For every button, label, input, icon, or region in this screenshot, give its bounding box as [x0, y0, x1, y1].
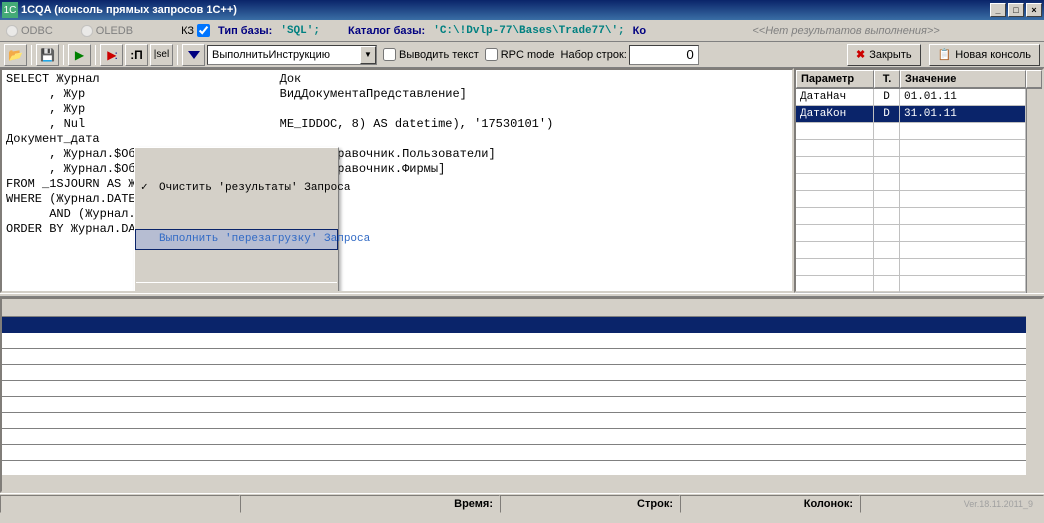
rows-label: Набор строк: — [561, 49, 627, 61]
scroll-corner — [1026, 475, 1042, 491]
param-row-empty[interactable] — [796, 225, 1026, 242]
k3-check[interactable]: КЗ — [181, 24, 210, 37]
menu-reload-query[interactable]: Выполнить 'перезагрузку' Запроса — [135, 229, 338, 250]
result-hscrollbar[interactable] — [2, 475, 1026, 491]
status-bar: Время: Строк: Колонок: Ver.18.11.2011_9 — [0, 493, 1044, 513]
app-icon: 1C — [2, 2, 18, 18]
result-row[interactable] — [2, 333, 1042, 349]
param-scroll-header — [1026, 70, 1042, 88]
db-path-value: 'C:\!Dvlp-77\Bases\Trade77\'; — [433, 25, 624, 37]
minimize-button[interactable]: _ — [990, 3, 1006, 17]
options-bar: ODBC OLEDB КЗ Тип базы: 'SQL'; Каталог б… — [0, 20, 1044, 42]
param-row-empty[interactable] — [796, 276, 1026, 293]
param-row[interactable]: ДатаНач D 01.01.11 — [796, 89, 1026, 106]
result-selected-row[interactable] — [2, 317, 1042, 333]
open-button[interactable]: 📂 — [4, 44, 27, 66]
params-panel: Параметр Т. Значение ДатаНач D 01.01.11 … — [794, 68, 1044, 293]
result-row[interactable] — [2, 429, 1042, 445]
result-row[interactable] — [2, 397, 1042, 413]
exec-combo[interactable]: ВыполнитьИнструкцию ▼ — [207, 45, 377, 65]
param-name-header[interactable]: Параметр — [796, 70, 874, 88]
param-row-empty[interactable] — [796, 140, 1026, 157]
debug-button[interactable]: ▶: — [100, 44, 123, 66]
result-row[interactable] — [2, 413, 1042, 429]
menu-clear-results[interactable]: ✓Очистить 'результаты' Запроса — [135, 178, 338, 199]
param-name-cell: ДатаКон — [796, 106, 874, 122]
param-value-cell: 01.01.11 — [900, 89, 1026, 105]
close-icon: ✖ — [856, 48, 865, 61]
result-grid[interactable] — [0, 297, 1044, 493]
copy-icon: 📋 — [938, 48, 952, 61]
result-row[interactable] — [2, 349, 1042, 365]
status-cols: Колонок: — [680, 495, 860, 513]
katalog-label: Каталог базы: — [348, 25, 425, 37]
sql-editor[interactable]: SELECT Журнал Док , Жур ВидДокументаПред… — [0, 68, 794, 293]
check-icon: ✓ — [141, 181, 148, 196]
param-value-header[interactable]: Значение — [900, 70, 1026, 88]
save-button[interactable]: 💾 — [36, 44, 59, 66]
param-name-cell: ДатаНач — [796, 89, 874, 105]
db-type-value: 'SQL'; — [280, 25, 320, 37]
result-vscrollbar[interactable] — [1026, 299, 1042, 475]
pause-button[interactable]: :П — [125, 44, 148, 66]
param-type-cell: D — [874, 106, 900, 122]
param-row-empty[interactable] — [796, 157, 1026, 174]
status-rows: Строк: — [500, 495, 680, 513]
rows-input[interactable] — [629, 45, 699, 65]
status-cell-1 — [0, 495, 240, 513]
editor-line: SELECT Журнал Док — [6, 72, 301, 86]
status-version: Ver.18.11.2011_9 — [860, 495, 1044, 513]
params-scrollbar[interactable] — [1026, 89, 1042, 293]
exec-combo-text: ВыполнитьИнструкцию — [208, 49, 360, 61]
no-results-text: <<Нет результатов выполнения>> — [654, 25, 1038, 37]
param-row-selected[interactable]: ДатаКон D 31.01.11 — [796, 106, 1026, 123]
param-row-empty[interactable] — [796, 174, 1026, 191]
dropdown-trigger-button[interactable] — [182, 44, 205, 66]
param-row-empty[interactable] — [796, 259, 1026, 276]
param-row-empty[interactable] — [796, 191, 1026, 208]
oledb-radio[interactable]: OLEDB — [81, 25, 133, 37]
param-row-empty[interactable] — [796, 242, 1026, 259]
param-row-empty[interactable] — [796, 208, 1026, 225]
sel-button[interactable]: |sel — [150, 44, 173, 66]
rpc-check[interactable]: RPC mode — [485, 48, 555, 61]
param-type-header[interactable]: Т. — [874, 70, 900, 88]
menu-separator — [136, 282, 337, 283]
param-value-cell: 31.01.11 — [900, 106, 1026, 122]
editor-line: , Nul ME_IDDOC, 8) AS datetime), '175301… — [6, 117, 553, 131]
close-button[interactable]: × — [1026, 3, 1042, 17]
editor-line: Документ_дата — [6, 132, 100, 146]
param-type-cell: D — [874, 89, 900, 105]
window-title: 1CQA (консоль прямых запросов 1С++) — [21, 4, 990, 16]
result-row[interactable] — [2, 381, 1042, 397]
chevron-down-icon[interactable]: ▼ — [360, 46, 376, 64]
close-button-toolbar[interactable]: ✖Закрыть — [847, 44, 921, 66]
params-header: Параметр Т. Значение — [796, 70, 1042, 89]
editor-line: , Жур — [6, 102, 280, 116]
context-menu: ✓Очистить 'результаты' Запроса Выполнить… — [134, 147, 339, 293]
result-row[interactable] — [2, 445, 1042, 461]
ko-label: Ко — [633, 25, 646, 37]
maximize-button[interactable]: □ — [1008, 3, 1024, 17]
titlebar: 1C 1CQA (консоль прямых запросов 1С++) _… — [0, 0, 1044, 20]
tip-bazy-label: Тип базы: — [218, 25, 272, 37]
output-text-check[interactable]: Выводить текст — [383, 48, 479, 61]
new-console-button[interactable]: 📋Новая консоль — [929, 44, 1040, 66]
status-time: Время: — [240, 495, 500, 513]
editor-line: , Жур ВидДокументаПредставление] — [6, 87, 467, 101]
result-header — [2, 299, 1042, 317]
result-row[interactable] — [2, 365, 1042, 381]
toolbar: 📂 💾 ▶ ▶: :П |sel ВыполнитьИнструкцию ▼ В… — [0, 42, 1044, 68]
odbc-radio[interactable]: ODBC — [6, 25, 53, 37]
run-button[interactable]: ▶ — [68, 44, 91, 66]
param-row-empty[interactable] — [796, 123, 1026, 140]
